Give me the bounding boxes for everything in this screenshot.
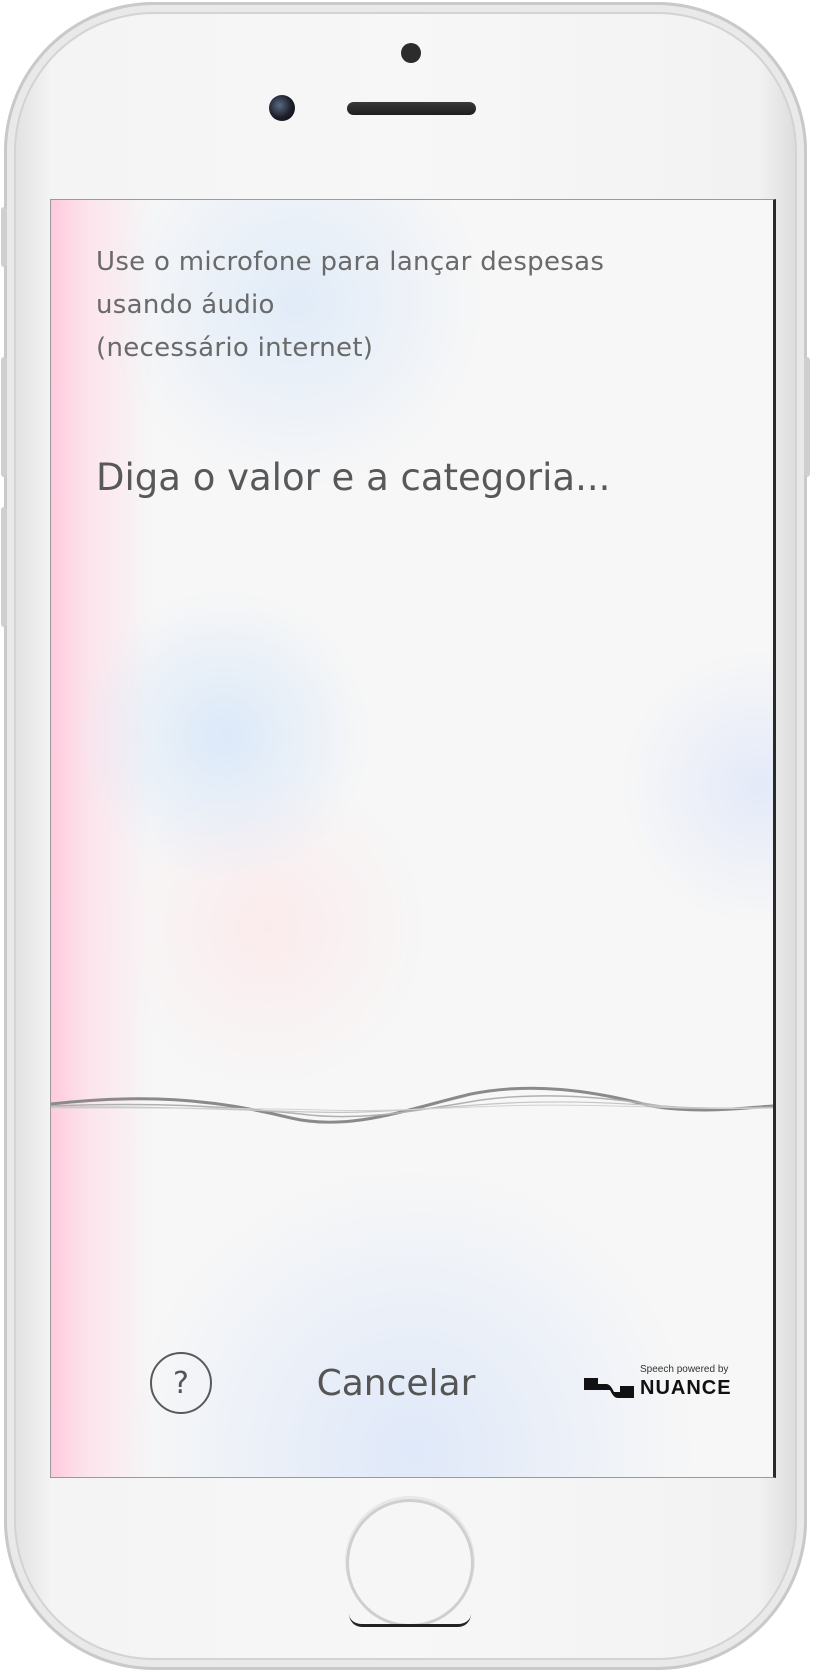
front-camera-icon (269, 95, 295, 121)
screen: Use o microfone para lançar despesas usa… (50, 199, 776, 1478)
home-button[interactable] (346, 1499, 474, 1627)
instructions-text: Use o microfone para lançar despesas usa… (96, 241, 696, 370)
instructions-line: (necessário internet) (96, 333, 374, 363)
instructions-line: Use o microfone para lançar despesas (96, 247, 605, 277)
earpiece-speaker (347, 102, 476, 115)
nuance-logo-icon (584, 1378, 634, 1398)
volume-down-button (1, 507, 7, 627)
instructions-line: usando áudio (96, 290, 275, 320)
help-button[interactable]: ? (150, 1352, 212, 1414)
nuance-caption: Speech powered by (640, 1364, 729, 1375)
mute-switch (1, 207, 7, 267)
proximity-sensor (401, 43, 421, 63)
cancel-button[interactable]: Cancelar (291, 1355, 501, 1411)
iphone-frame: Use o microfone para lançar despesas usa… (1, 2, 810, 1670)
power-button (804, 357, 810, 477)
nuance-brand: NUANCE (640, 1377, 732, 1399)
listening-prompt: Diga o valor e a categoria... (96, 456, 611, 499)
voice-waveform-icon (51, 1086, 773, 1124)
volume-up-button (1, 357, 7, 477)
help-circle-icon: ? (173, 1365, 189, 1401)
nuance-attribution: Speech powered by NUANCE (582, 1364, 732, 1406)
